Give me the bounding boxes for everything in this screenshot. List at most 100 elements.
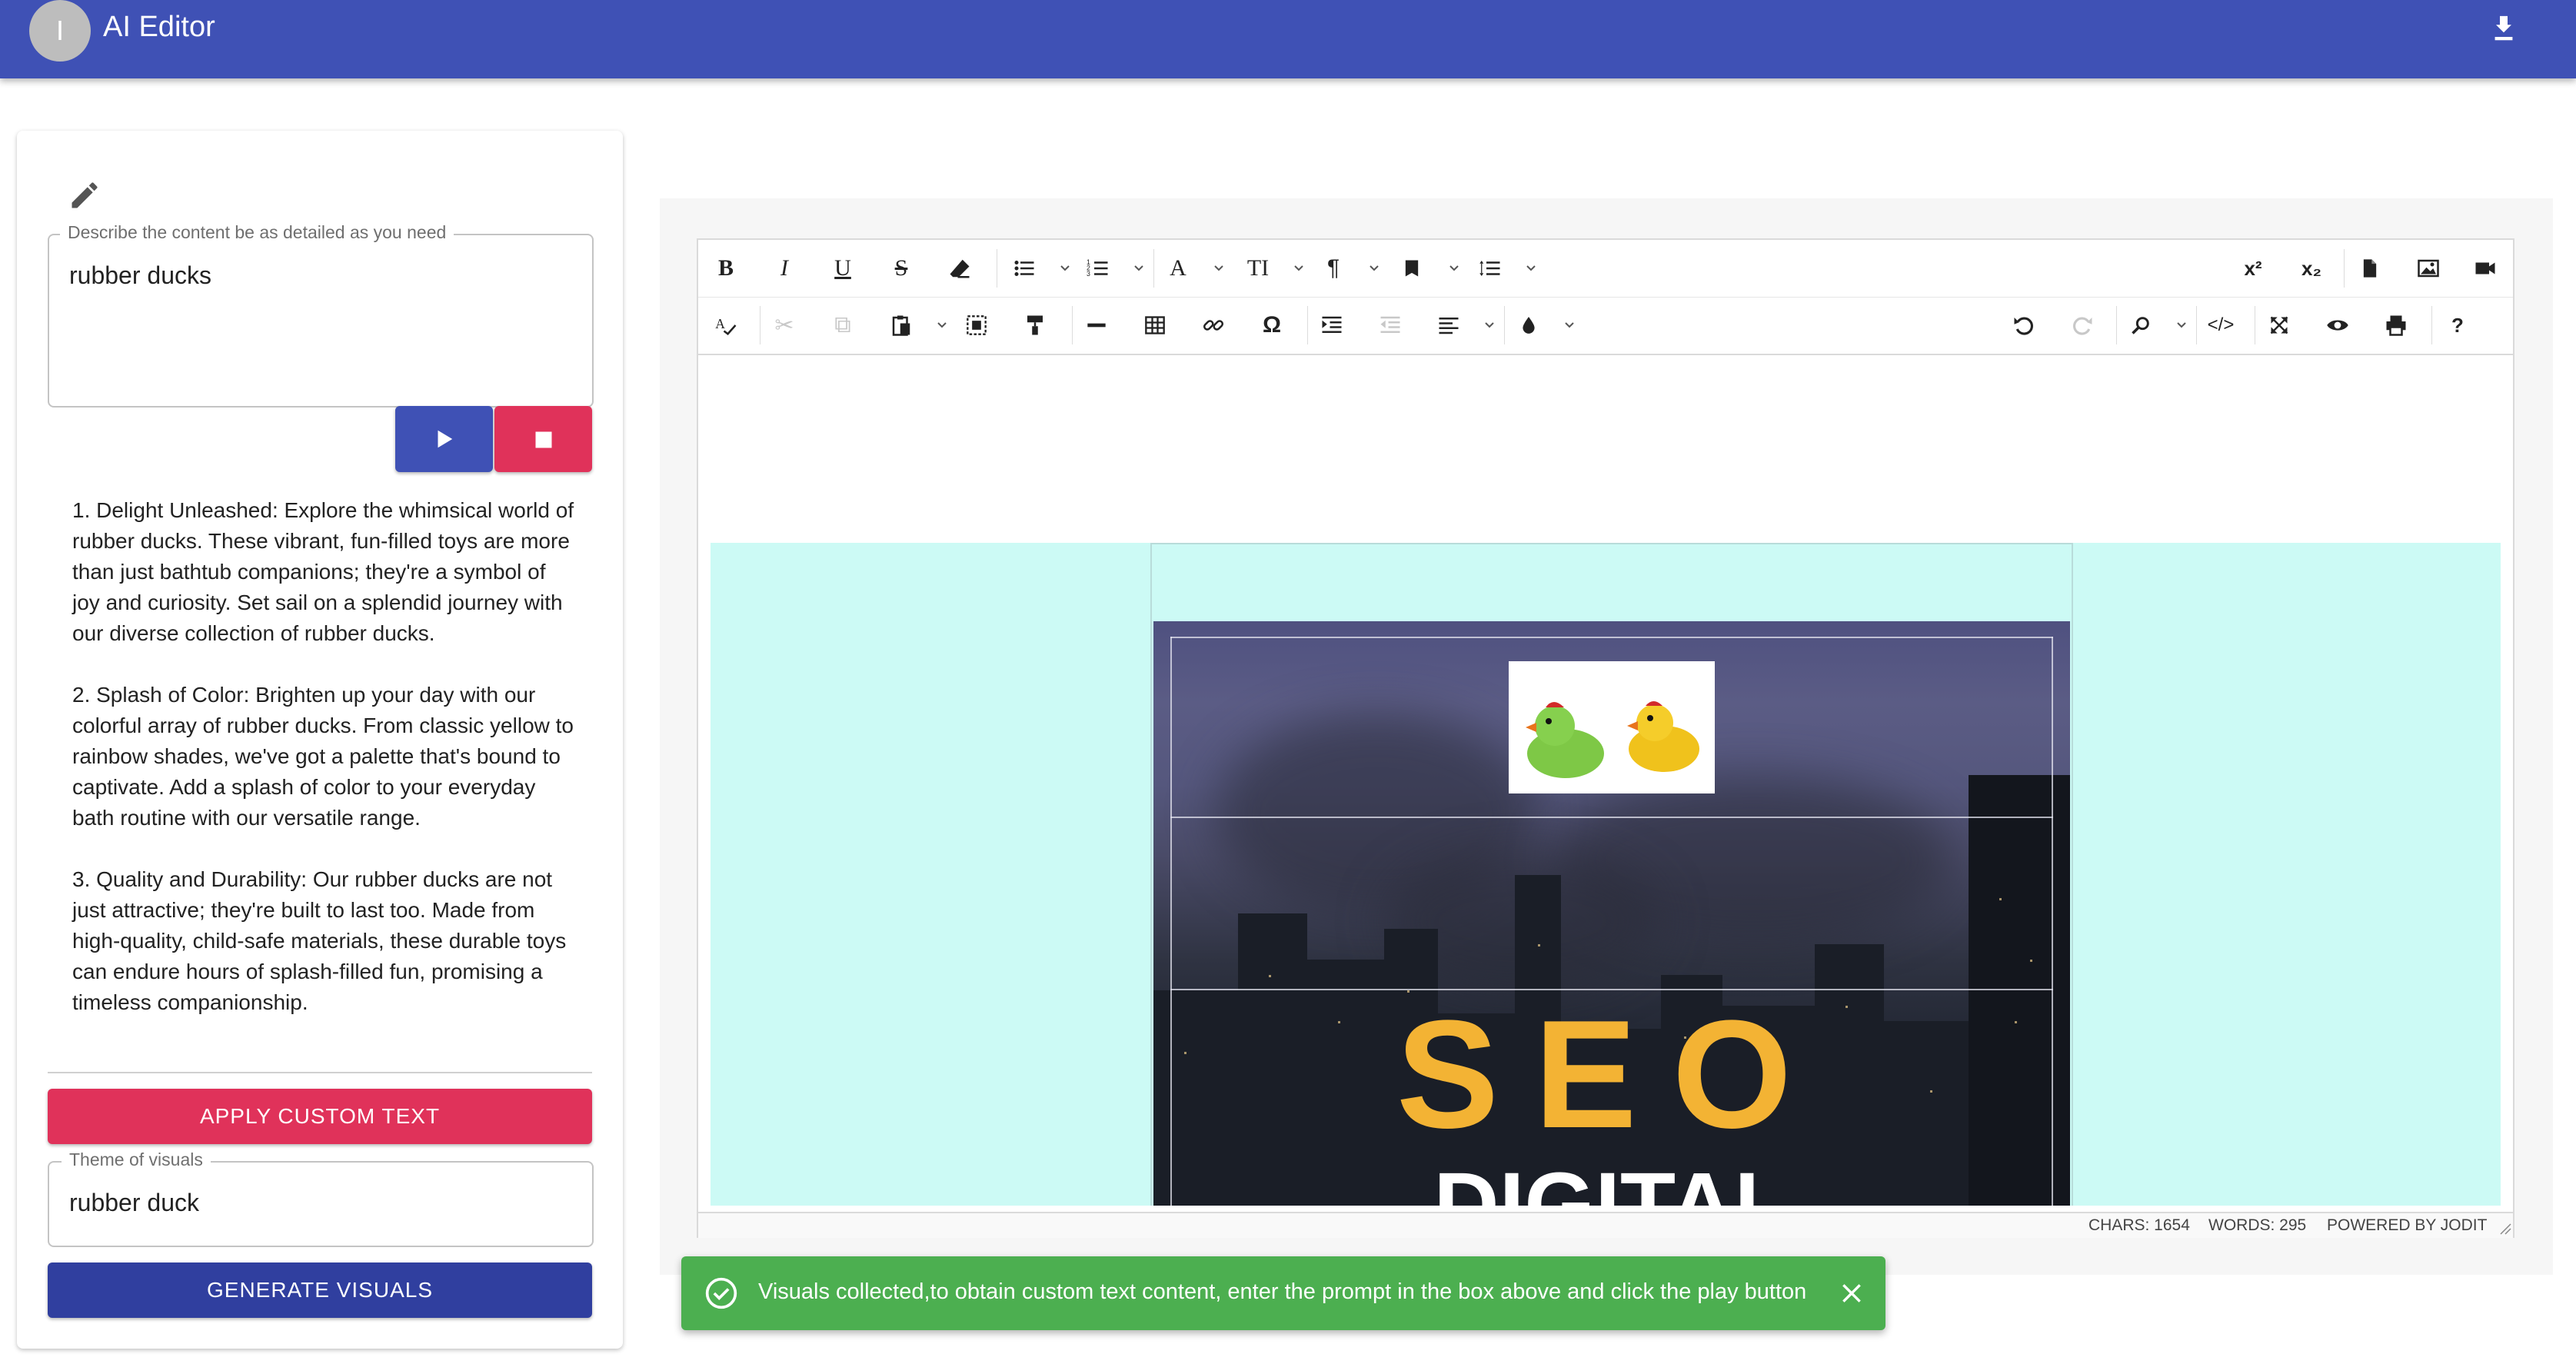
- chevron-down-icon[interactable]: [1060, 258, 1070, 278]
- chevron-down-icon[interactable]: [1564, 315, 1575, 335]
- svg-text:3: 3: [1087, 270, 1090, 278]
- check-circle-icon: [705, 1277, 737, 1309]
- chevron-down-icon[interactable]: [937, 315, 947, 335]
- chevron-down-icon[interactable]: [1484, 315, 1495, 335]
- toolbar-separator: [1504, 306, 1505, 344]
- char-count: CHARS: 1654: [2088, 1216, 2190, 1234]
- hero-banner-image: SEO DIGITAL: [1153, 621, 2070, 1206]
- italic-button[interactable]: I: [767, 248, 801, 288]
- indent-icon[interactable]: [1315, 305, 1349, 345]
- file-icon[interactable]: [2353, 248, 2387, 288]
- rich-text-editor: B I U S 123 A TI ¶ x² x₂ A ✂ ⧉ Ω </> ? S…: [697, 238, 2514, 1238]
- editor-status-bar: CHARS: 1654 WORDS: 295 POWERED BY JODIT: [698, 1212, 2513, 1238]
- powered-by-link[interactable]: POWERED BY JODIT: [2327, 1216, 2487, 1235]
- table-icon[interactable]: [1138, 305, 1172, 345]
- spellcheck-icon[interactable]: A: [709, 305, 743, 345]
- select-all-icon[interactable]: [960, 305, 993, 345]
- align-icon[interactable]: [1432, 305, 1466, 345]
- chevron-down-icon[interactable]: [1369, 258, 1380, 278]
- superscript-button[interactable]: x²: [2236, 248, 2270, 288]
- preview-icon[interactable]: [2321, 305, 2355, 345]
- strikethrough-button[interactable]: S: [884, 248, 918, 288]
- snackbar-message: Visuals collected,to obtain custom text …: [758, 1279, 1807, 1304]
- print-icon[interactable]: [2379, 305, 2413, 345]
- font-size-button[interactable]: TI: [1241, 248, 1275, 288]
- notification-snackbar: Visuals collected,to obtain custom text …: [681, 1256, 1885, 1330]
- toolbar-separator: [2431, 306, 2432, 344]
- app-title: AI Editor: [103, 11, 215, 43]
- redo-icon[interactable]: [2065, 305, 2099, 345]
- underline-button[interactable]: U: [826, 248, 860, 288]
- close-icon[interactable]: [1839, 1281, 1864, 1306]
- chevron-down-icon[interactable]: [1449, 258, 1459, 278]
- font-button[interactable]: A: [1161, 248, 1195, 288]
- toolbar-separator: [1153, 249, 1154, 288]
- brush-icon[interactable]: [1512, 305, 1546, 345]
- link-icon[interactable]: [1196, 305, 1230, 345]
- apply-custom-text-button[interactable]: APPLY CUSTOM TEXT: [48, 1089, 592, 1144]
- generated-text-area[interactable]: 1. Delight Unleashed: Explore the whimsi…: [48, 478, 592, 1073]
- play-button[interactable]: [395, 406, 493, 472]
- chevron-down-icon[interactable]: [2176, 315, 2187, 335]
- generated-paragraph: 3. Quality and Durability: Our rubber du…: [72, 867, 567, 1014]
- theme-field-label: Theme of visuals: [62, 1149, 211, 1170]
- cut-icon[interactable]: ✂: [767, 305, 801, 345]
- pencil-icon[interactable]: [68, 178, 102, 212]
- symbols-button[interactable]: Ω: [1255, 305, 1289, 345]
- chevron-down-icon[interactable]: [1526, 258, 1536, 278]
- hero-subheadline: DIGITAL: [1433, 1154, 1790, 1206]
- paragraph-button[interactable]: ¶: [1316, 248, 1350, 288]
- bold-button[interactable]: B: [709, 248, 743, 288]
- prompt-field[interactable]: rubber ducks: [48, 234, 594, 408]
- avatar[interactable]: I: [29, 0, 91, 62]
- copy-format-icon[interactable]: [1018, 305, 1052, 345]
- table-border: [1170, 817, 2053, 818]
- app-bar: I AI Editor: [0, 0, 2576, 78]
- duck-logo-image: [1509, 661, 1715, 793]
- toolbar-separator: [1307, 306, 1308, 344]
- image-icon[interactable]: [2411, 248, 2445, 288]
- chevron-down-icon[interactable]: [1293, 258, 1304, 278]
- video-icon[interactable]: [2468, 248, 2502, 288]
- paste-icon[interactable]: [884, 305, 918, 345]
- eraser-icon[interactable]: [943, 248, 977, 288]
- fullsize-icon[interactable]: [2262, 305, 2296, 345]
- table-border: [1170, 637, 2053, 638]
- theme-input-value[interactable]: rubber duck: [69, 1189, 199, 1217]
- resize-handle-icon[interactable]: [2499, 1223, 2511, 1235]
- horizontal-rule-icon[interactable]: [1080, 305, 1113, 345]
- numbered-list-icon[interactable]: 123: [1081, 248, 1115, 288]
- toolbar-separator: [2344, 249, 2345, 288]
- find-icon[interactable]: [2124, 305, 2158, 345]
- undo-icon[interactable]: [2007, 305, 2041, 345]
- toolbar-separator: [2196, 306, 2197, 344]
- play-icon: [438, 430, 453, 448]
- generated-paragraph: 1. Delight Unleashed: Explore the whimsi…: [72, 498, 574, 645]
- svg-text:A: A: [715, 316, 725, 331]
- download-icon[interactable]: [2490, 14, 2518, 45]
- toolbar-row-2: A ✂ ⧉ Ω </> ?: [698, 297, 2513, 355]
- subscript-button[interactable]: x₂: [2295, 248, 2328, 288]
- word-count: WORDS: 295: [2208, 1216, 2307, 1234]
- line-height-icon[interactable]: [1473, 248, 1507, 288]
- copy-icon[interactable]: ⧉: [826, 305, 860, 345]
- toolbar-separator: [2116, 306, 2117, 344]
- theme-field[interactable]: rubber duck: [48, 1161, 594, 1247]
- bullet-list-icon[interactable]: [1007, 248, 1041, 288]
- classname-icon[interactable]: [1395, 248, 1429, 288]
- toolbar-separator: [1072, 306, 1073, 344]
- stop-button[interactable]: [494, 406, 592, 472]
- generated-paragraph: 2. Splash of Color: Brighten up your day…: [72, 683, 574, 830]
- editor-content[interactable]: SEO DIGITAL: [711, 543, 2501, 1206]
- generate-visuals-button[interactable]: GENERATE VISUALS: [48, 1263, 592, 1318]
- prompt-field-label: Describe the content be as detailed as y…: [60, 221, 454, 243]
- about-button[interactable]: ?: [2441, 305, 2474, 345]
- hero-headline: SEO: [1396, 989, 1828, 1160]
- stop-icon: [535, 431, 552, 448]
- source-code-button[interactable]: </>: [2204, 305, 2238, 345]
- prompt-input-value[interactable]: rubber ducks: [69, 261, 211, 290]
- chevron-down-icon[interactable]: [1133, 258, 1144, 278]
- chevron-down-icon[interactable]: [1213, 258, 1224, 278]
- outdent-icon[interactable]: [1373, 305, 1407, 345]
- rubber-duck-icon: [1526, 701, 1699, 778]
